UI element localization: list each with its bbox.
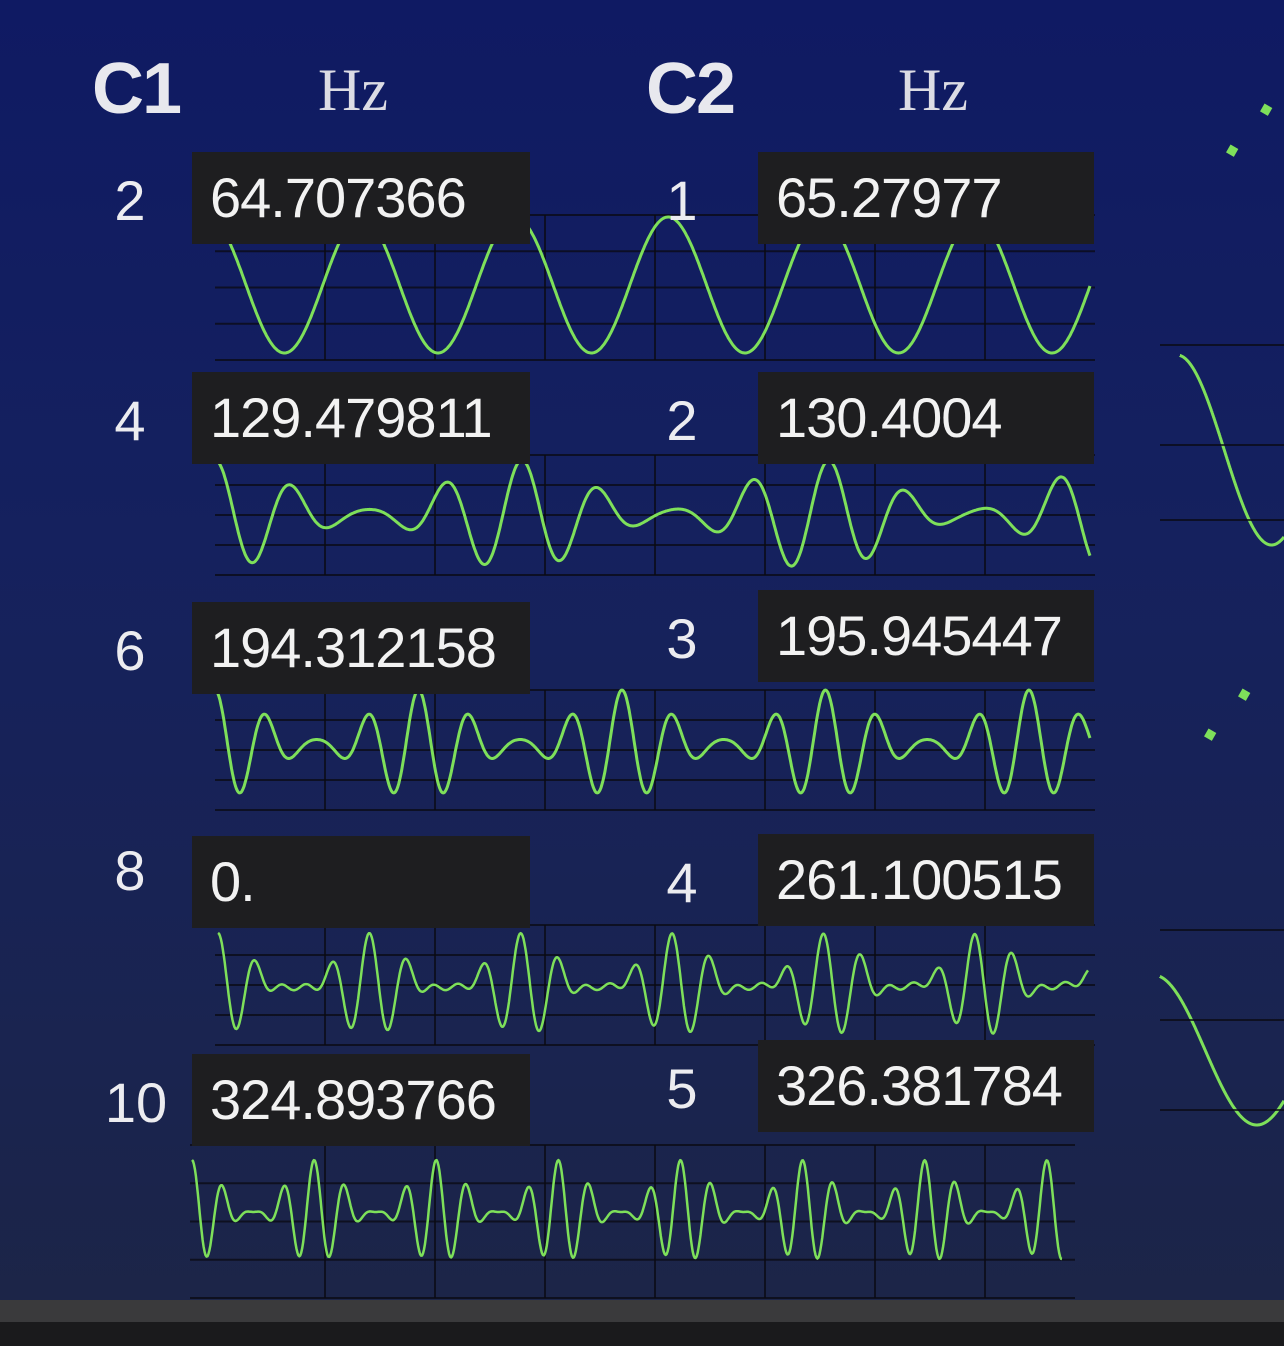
c2-freq-value: 261.100515 [758,834,1094,926]
side-marker [1204,728,1217,741]
harmonics-display: C1 Hz C2 Hz 2 64.707366 4 129.479811 6 1… [0,0,1284,1300]
side-marker [1260,103,1273,116]
waveform-row-3 [214,688,1092,795]
c2-row-index: 1 [666,169,698,232]
column-c2-label: C2 [646,49,736,129]
c1-row-index: 2 [114,169,146,232]
c1-row-index: 6 [114,619,146,682]
c2-freq-value: 195.945447 [758,590,1094,682]
c2-freq-value: 65.27977 [758,152,1094,244]
waveform-row-2 [214,458,1092,568]
column-c1-unit: Hz [318,57,388,123]
side-marker [1238,688,1251,701]
c1-row-index: 4 [114,389,146,452]
c1-freq-value: 324.893766 [192,1054,530,1146]
c2-row-index: 3 [666,607,698,670]
c2-row-index: 5 [666,1057,698,1120]
bottom-bar [0,1300,1284,1346]
waveform-row-5 [191,1158,1063,1261]
side-waveform-upper [1178,354,1284,547]
side-waveform-lower [1158,975,1284,1127]
side-marker [1226,144,1239,157]
c2-freq-value: 326.381784 [758,1040,1094,1132]
c1-row-index: 10 [104,1071,168,1134]
column-c1-label: C1 [92,49,182,129]
c1-freq-value: 0. [192,836,530,928]
c1-freq-value: 129.479811 [192,372,530,464]
waveform-row-4 [217,931,1089,1035]
c2-row-index: 4 [666,851,698,914]
c2-row-index: 2 [666,389,698,452]
c2-freq-value: 130.4004 [758,372,1094,464]
column-c2-unit: Hz [898,57,968,123]
c1-row-index: 8 [114,839,146,902]
c1-freq-value: 64.707366 [192,152,530,244]
c1-freq-value: 194.312158 [192,602,530,694]
